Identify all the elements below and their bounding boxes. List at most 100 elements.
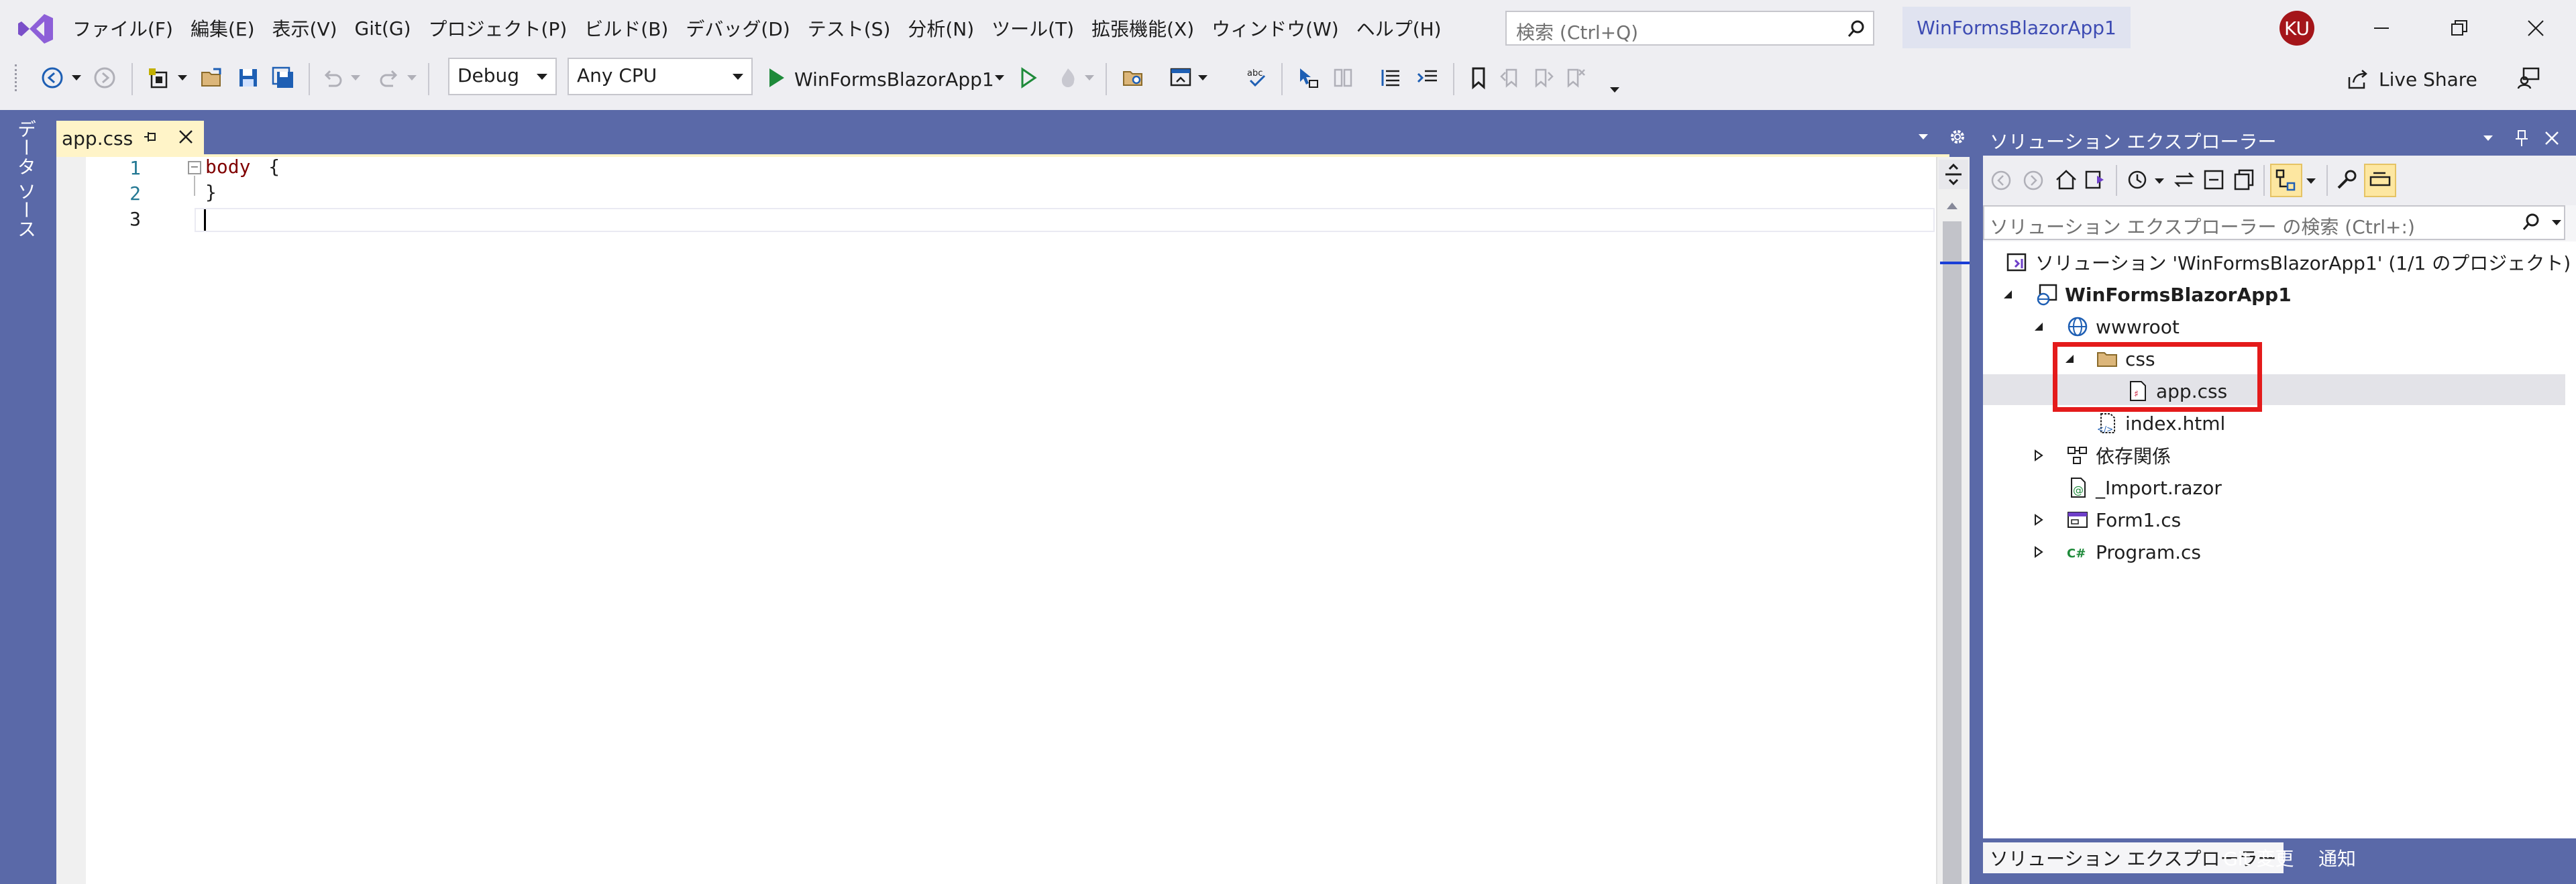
scrollbar-thumb[interactable]: [1943, 221, 1962, 884]
new-project-dropdown[interactable]: [176, 63, 189, 93]
menu-help[interactable]: ヘルプ(H): [1356, 15, 1459, 42]
scroll-up-icon[interactable]: [1944, 199, 1960, 212]
code-line[interactable]: body {: [205, 156, 280, 178]
tree-node-import-razor[interactable]: @ _Import.razor: [2066, 472, 2222, 503]
run-target-dropdown[interactable]: [993, 63, 1006, 93]
toggle-bookmark-button[interactable]: [1464, 63, 1493, 93]
code-editor[interactable]: [56, 157, 1949, 884]
save-all-button[interactable]: [267, 63, 299, 93]
tab-notifications[interactable]: 通知: [2312, 842, 2363, 873]
home-icon[interactable]: [2054, 168, 2078, 192]
tree-node-program[interactable]: C# Program.cs: [2066, 537, 2201, 567]
tree-node-solution[interactable]: ソリューション 'WinFormsBlazorApp1' (1/1 のプロジェク…: [2006, 247, 2571, 278]
tree-node-project[interactable]: WinFormsBlazorApp1: [2035, 279, 2292, 310]
redo-button[interactable]: [374, 63, 404, 93]
tab-list-dropdown[interactable]: [1919, 134, 1928, 140]
split-editor-button[interactable]: [1939, 160, 1968, 189]
menu-build[interactable]: ビルド(B): [584, 15, 686, 42]
clear-bookmarks-button[interactable]: [1560, 63, 1590, 93]
collapse-all-icon[interactable]: [2202, 168, 2226, 192]
undo-button[interactable]: [318, 63, 347, 93]
minimize-button[interactable]: [2348, 9, 2415, 47]
navigate-back-dropdown[interactable]: [70, 63, 83, 93]
filter-dropdown[interactable]: [2155, 178, 2164, 184]
collapse-project-toggle[interactable]: [1998, 284, 2018, 305]
toolbar-overflow-button[interactable]: [1609, 75, 1621, 105]
visual-studio-logo-icon[interactable]: [16, 12, 55, 46]
forward-icon[interactable]: [2022, 169, 2045, 192]
expand-program-toggle[interactable]: [2029, 542, 2049, 562]
tab-app-css[interactable]: app.css: [56, 121, 204, 156]
code-line[interactable]: }: [205, 181, 217, 203]
sync-icon[interactable]: [2172, 168, 2196, 192]
browser-link-button[interactable]: [1165, 63, 1197, 93]
menu-debug[interactable]: デバッグ(D): [686, 15, 807, 42]
menu-analyze[interactable]: 分析(N): [908, 15, 991, 42]
search-input[interactable]: 検索 (Ctrl+Q): [1505, 11, 1874, 46]
redo-dropdown[interactable]: [405, 63, 419, 93]
spell-check-button[interactable]: abc: [1242, 63, 1272, 93]
tree-node-index-html[interactable]: </> index.html: [2096, 408, 2225, 439]
run-target-label[interactable]: WinFormsBlazorApp1: [794, 64, 994, 94]
inspect-disabled-button[interactable]: [1327, 63, 1359, 93]
navigate-forward-button[interactable]: [89, 63, 121, 93]
feedback-button[interactable]: [2513, 63, 2545, 93]
configuration-select[interactable]: Debug: [448, 58, 557, 95]
menu-project[interactable]: プロジェクト(P): [429, 15, 585, 42]
solution-name-badge[interactable]: WinFormsBlazorApp1: [1902, 7, 2131, 48]
menu-git[interactable]: Git(G): [355, 17, 429, 40]
show-all-files-icon[interactable]: [2233, 168, 2257, 192]
navigate-back-button[interactable]: [35, 63, 70, 93]
hot-reload-button[interactable]: [1053, 63, 1083, 93]
menu-view[interactable]: 表示(V): [272, 15, 355, 42]
tree-view-toggle[interactable]: [2270, 164, 2302, 197]
save-button[interactable]: [232, 63, 264, 93]
comment-button[interactable]: [1377, 63, 1406, 93]
new-project-button[interactable]: [141, 63, 176, 93]
close-icon[interactable]: [2542, 129, 2561, 148]
menu-tools[interactable]: ツール(T): [991, 15, 1091, 42]
close-icon[interactable]: [176, 127, 196, 147]
hot-reload-dropdown[interactable]: [1083, 63, 1096, 93]
expand-form1-toggle[interactable]: [2029, 510, 2049, 530]
close-window-button[interactable]: [2502, 9, 2569, 47]
tree-view-dropdown[interactable]: [2306, 178, 2316, 184]
tree-node-wwwroot[interactable]: wwwroot: [2066, 311, 2180, 342]
avatar[interactable]: KU: [2279, 11, 2314, 46]
open-file-button[interactable]: [196, 63, 228, 93]
tree-node-dependencies[interactable]: 依存関係: [2066, 440, 2171, 471]
switch-views-icon[interactable]: [2084, 168, 2108, 192]
start-without-debugging-button[interactable]: [1014, 63, 1044, 93]
start-debugging-button[interactable]: [763, 63, 790, 93]
find-in-files-button[interactable]: [1118, 63, 1150, 93]
gear-icon[interactable]: [1948, 127, 1967, 146]
search-options-dropdown[interactable]: [2552, 220, 2561, 225]
browser-link-dropdown[interactable]: [1197, 63, 1209, 93]
previous-bookmark-button[interactable]: [1496, 63, 1525, 93]
menu-test[interactable]: テスト(S): [808, 15, 908, 42]
data-sources-tab[interactable]: データ ソース: [12, 119, 39, 238]
panel-options-dropdown[interactable]: [2483, 135, 2493, 141]
pin-icon[interactable]: [2513, 129, 2530, 148]
undo-dropdown[interactable]: [349, 63, 362, 93]
pending-changes-filter-icon[interactable]: [2125, 168, 2149, 192]
expand-dependencies-toggle[interactable]: [2029, 445, 2049, 465]
solution-explorer-search[interactable]: ソリューション エクスプローラー の検索 (Ctrl+:): [1983, 205, 2565, 240]
pin-icon[interactable]: [142, 129, 158, 145]
back-icon[interactable]: [1990, 169, 2012, 192]
restore-button[interactable]: [2426, 9, 2493, 47]
menu-edit[interactable]: 編集(E): [191, 15, 272, 42]
collapse-wwwroot-toggle[interactable]: [2029, 317, 2049, 337]
wrench-icon[interactable]: [2334, 168, 2359, 192]
menu-window[interactable]: ウィンドウ(W): [1212, 15, 1356, 42]
preview-selected-items-toggle[interactable]: [2364, 164, 2396, 197]
live-share-button[interactable]: Live Share: [2347, 64, 2494, 94]
toolbar-grip[interactable]: [15, 64, 24, 91]
collapse-icon[interactable]: −: [188, 161, 201, 174]
platform-select[interactable]: Any CPU: [568, 58, 753, 95]
menu-file[interactable]: ファイル(F): [72, 15, 191, 42]
menu-extensions[interactable]: 拡張機能(X): [1091, 15, 1212, 42]
next-bookmark-button[interactable]: [1528, 63, 1558, 93]
tree-node-form1[interactable]: Form1.cs: [2066, 504, 2181, 535]
select-element-button[interactable]: [1292, 63, 1324, 93]
